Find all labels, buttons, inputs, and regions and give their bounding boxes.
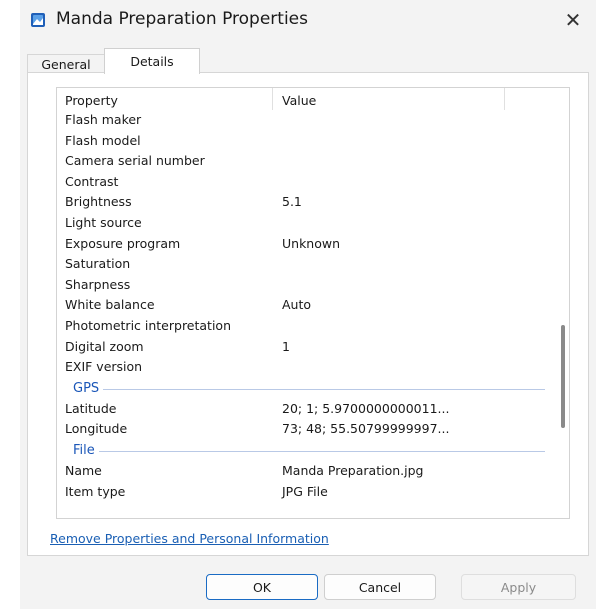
group-divider-line [73,388,545,390]
property-value: Manda Preparation.jpg [282,462,424,478]
property-list[interactable]: Property Value Flash maker Flash model Cam… [56,87,570,519]
property-name: Latitude [65,400,117,416]
property-row[interactable]: Longitude 73; 48; 55.50799999997... [57,419,557,440]
property-value: 1 [282,338,290,354]
group-divider-line [73,450,545,452]
title-bar: Manda Preparation Properties ✕ [20,0,596,42]
property-row[interactable]: Light source [57,213,557,234]
property-row[interactable]: Contrast [57,172,557,193]
property-row[interactable]: Flash maker [57,110,557,131]
group-label: GPS [73,380,104,396]
property-name: Flash maker [65,112,142,127]
column-divider[interactable] [272,88,273,110]
property-value: 5.1 [282,194,302,210]
property-row[interactable]: EXIF version [57,357,557,378]
property-value: 20; 1; 5.9700000000011... [282,400,450,416]
property-row[interactable]: Sharpness [57,275,557,296]
apply-button[interactable]: Apply [461,574,576,600]
property-name: Digital zoom [65,338,144,354]
group-header-gps[interactable]: GPS [57,378,557,399]
property-name: Longitude [65,421,128,437]
property-name: Camera serial number [65,153,205,169]
tab-strip: General Details [27,48,589,74]
property-name: Light source [65,214,142,230]
property-name: Flash model [65,132,141,148]
group-label: File [73,442,99,458]
image-file-icon [30,12,46,28]
property-name: Sharpness [65,276,131,292]
property-name: White balance [65,297,155,313]
property-row[interactable]: Digital zoom 1 [57,337,557,358]
scrollbar-thumb[interactable] [561,325,565,428]
properties-dialog: Manda Preparation Properties ✕ General D… [20,0,596,609]
property-row[interactable]: Latitude 20; 1; 5.9700000000011... [57,399,557,420]
property-value: Auto [282,297,312,313]
property-name: EXIF version [65,359,143,375]
property-name: Exposure program [65,235,181,251]
property-row[interactable]: Brightness 5.1 [57,192,557,213]
property-name: Name [65,462,102,478]
vertical-scrollbar[interactable] [557,88,569,518]
property-row[interactable]: White balance Auto [57,295,557,316]
close-button[interactable]: ✕ [558,6,588,34]
property-value: JPG File [282,483,328,499]
property-name: Photometric interpretation [65,317,232,333]
property-row[interactable]: Saturation [57,254,557,275]
property-row[interactable]: Name Manda Preparation.jpg [57,461,557,482]
details-panel: Property Value Flash maker Flash model Cam… [27,72,589,556]
property-row[interactable]: Exposure program Unknown [57,234,557,255]
property-value: 73; 48; 55.50799999997... [282,421,450,437]
property-rows: Flash maker Flash model Camera serial numb… [57,110,557,502]
column-header-value[interactable]: Value [282,93,316,108]
property-name: Brightness [65,194,132,210]
window-title: Manda Preparation Properties [56,9,308,29]
ok-button[interactable]: OK [206,574,318,600]
remove-properties-link[interactable]: Remove Properties and Personal Informati… [50,531,329,546]
cancel-button[interactable]: Cancel [324,574,436,600]
property-name: Item type [65,483,126,499]
property-value: Unknown [282,235,341,251]
column-header-property[interactable]: Property [65,93,118,108]
property-name: Saturation [65,256,131,272]
group-header-file[interactable]: File [57,440,557,461]
list-header: Property Value [57,88,557,110]
property-row[interactable]: Item type JPG File [57,482,557,503]
close-icon: ✕ [564,8,582,32]
property-row[interactable]: Photometric interpretation [57,316,557,337]
property-row[interactable]: Camera serial number [57,151,557,172]
property-row[interactable]: Flash model [57,131,557,152]
tab-details[interactable]: Details [104,48,200,74]
column-divider[interactable] [504,88,505,110]
tab-general[interactable]: General [27,54,105,74]
property-name: Contrast [65,173,119,189]
